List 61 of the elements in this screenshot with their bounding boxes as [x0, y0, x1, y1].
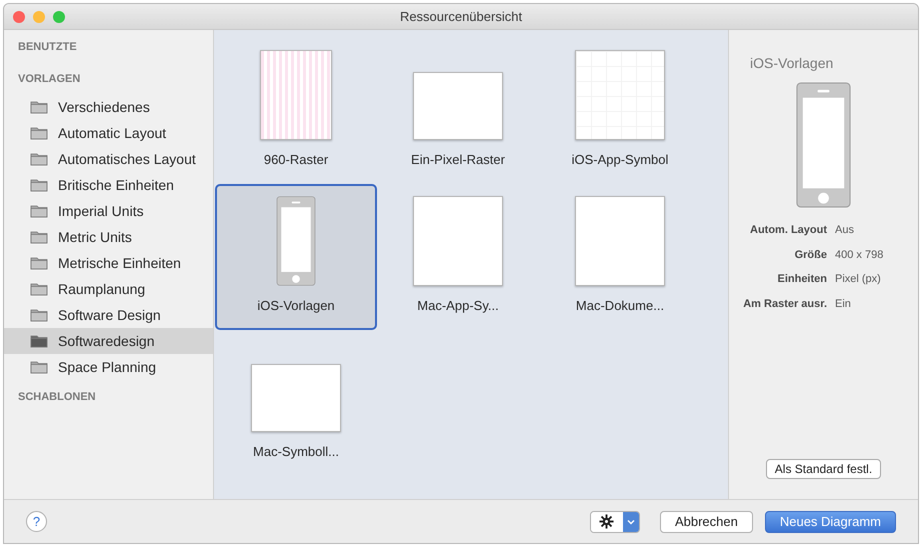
folder-icon: [30, 334, 48, 348]
caret-icon: [626, 518, 635, 524]
sidebar-item[interactable]: Software Design: [4, 302, 213, 328]
template-label: Ein-Pixel-Raster: [411, 151, 505, 169]
folder-icon: [30, 100, 48, 114]
template-label: iOS-Vorlagen: [257, 297, 335, 315]
phone-icon: [795, 82, 852, 208]
template-tile[interactable]: 960-Raster: [215, 38, 377, 184]
close-button[interactable]: [13, 10, 25, 22]
template-label: iOS-App-Symbol: [572, 151, 668, 169]
template-tile[interactable]: Ein-Pixel-Raster: [377, 38, 539, 184]
template-tile[interactable]: Mac-Symboll...: [215, 330, 377, 476]
minimize-button[interactable]: [33, 10, 45, 22]
gear-icon: [599, 514, 614, 529]
create-button[interactable]: Neues Diagramm: [764, 510, 896, 532]
sidebar-item[interactable]: Softwaredesign: [4, 328, 213, 354]
folder-icon: [30, 178, 48, 192]
template-tile[interactable]: Mac-App-Sy...: [377, 184, 539, 330]
sidebar-item[interactable]: Verschiedenes: [4, 94, 213, 120]
sidebar-item[interactable]: Metric Units: [4, 224, 213, 250]
help-button[interactable]: ?: [26, 511, 47, 532]
section-heading: VORLAGEN: [17, 72, 82, 87]
property-value: Pixel (px): [835, 272, 882, 287]
folder-icon: [30, 308, 48, 322]
template-tile[interactable]: Mac-Dokume...: [539, 184, 701, 330]
folder-icon: [30, 230, 48, 244]
template-label: Mac-Dokume...: [576, 297, 664, 315]
template-label: Mac-Symboll...: [253, 443, 339, 461]
folder-icon: [30, 204, 48, 218]
sidebar-item[interactable]: Metrische Einheiten: [4, 250, 213, 276]
sidebar-item[interactable]: Raumplanung: [4, 276, 213, 302]
property-value: 400 x 798: [835, 248, 884, 262]
template-tile[interactable]: iOS-Vorlagen: [215, 184, 377, 330]
phone-icon: [276, 196, 316, 286]
folder-icon: [30, 152, 48, 166]
cancel-button[interactable]: Abbrechen: [660, 510, 753, 532]
section-heading: BENUTZTE: [17, 40, 78, 55]
property-name: Größe: [794, 248, 827, 262]
details-title: iOS-Vorlagen: [750, 54, 834, 73]
set-default-button[interactable]: Als Standard festl.: [766, 459, 882, 479]
template-label: 960-Raster: [264, 151, 328, 169]
template-tile[interactable]: iOS-App-Symbol: [539, 38, 701, 184]
folder-icon: [30, 360, 48, 374]
property-name: Autom. Layout: [749, 223, 827, 238]
sidebar-item[interactable]: Space Planning: [4, 354, 213, 380]
window-title: Ressourcenübersicht: [400, 8, 522, 26]
sidebar-item[interactable]: Automatic Layout: [4, 120, 213, 146]
sidebar-item[interactable]: Imperial Units: [4, 198, 213, 224]
template-label: Mac-App-Sy...: [417, 297, 499, 315]
sidebar-item[interactable]: Automatisches Layout: [4, 146, 213, 172]
section-heading: SCHABLONEN: [17, 390, 97, 405]
settings-dropdown[interactable]: [590, 510, 640, 532]
property-name: Einheiten: [776, 272, 827, 287]
property-value: Aus: [835, 223, 855, 238]
property-value: Ein: [835, 296, 852, 312]
folder-icon: [30, 126, 48, 140]
folder-icon: [30, 282, 48, 296]
sidebar-item[interactable]: Britische Einheiten: [4, 172, 213, 198]
property-name: Am Raster ausr.: [742, 296, 827, 312]
folder-icon: [30, 256, 48, 270]
zoom-button[interactable]: [53, 10, 65, 22]
